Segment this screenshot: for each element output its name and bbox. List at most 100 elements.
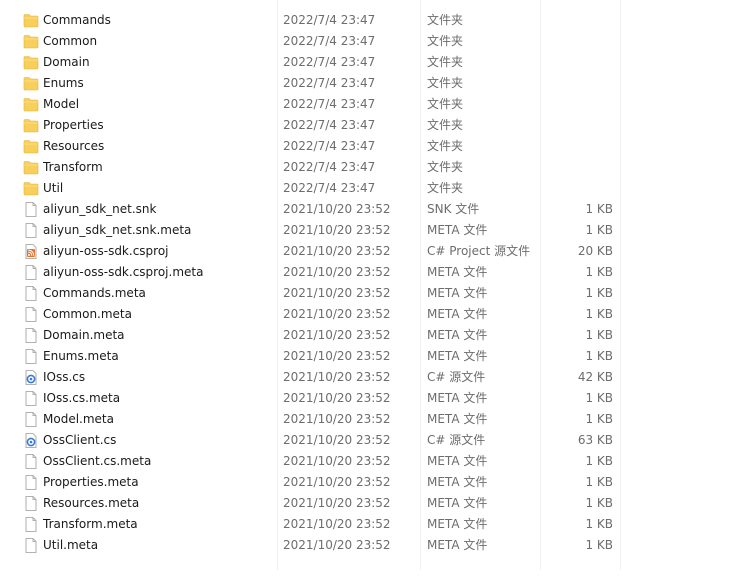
file-modified-date: 2022/7/4 23:47 <box>283 139 376 153</box>
file-type: META 文件 <box>427 328 488 342</box>
file-icon <box>23 223 39 238</box>
file-modified-date: 2021/10/20 23:52 <box>283 454 391 468</box>
file-row[interactable]: aliyun-oss-sdk.csproj 2021/10/20 23:52 C# … <box>0 241 752 262</box>
file-size: 1 KB <box>585 517 613 531</box>
folder-icon <box>23 13 39 28</box>
folder-icon <box>23 76 39 91</box>
folder-icon <box>23 34 39 49</box>
file-type: META 文件 <box>427 307 488 321</box>
file-row[interactable]: Domain.meta 2021/10/20 23:52 META 文件 1 KB <box>0 325 752 346</box>
file-type: C# 源文件 <box>427 433 486 447</box>
file-type: META 文件 <box>427 496 488 510</box>
file-size: 1 KB <box>585 307 613 321</box>
file-name: Transform <box>43 160 103 174</box>
file-modified-date: 2021/10/20 23:52 <box>283 202 391 216</box>
file-type: META 文件 <box>427 538 488 552</box>
file-row[interactable]: Commands.meta 2021/10/20 23:52 META 文件 1 KB <box>0 283 752 304</box>
file-name: IOss.cs.meta <box>43 391 121 405</box>
file-row[interactable]: Domain 2022/7/4 23:47 文件夹 <box>0 52 752 73</box>
file-name: OssClient.cs <box>43 433 117 447</box>
file-row[interactable]: OssClient.cs.meta 2021/10/20 23:52 META 文件… <box>0 451 752 472</box>
file-type: META 文件 <box>427 412 488 426</box>
file-modified-date: 2022/7/4 23:47 <box>283 55 376 69</box>
folder-icon <box>23 55 39 70</box>
file-type: META 文件 <box>427 475 488 489</box>
file-name: Resources.meta <box>43 496 140 510</box>
file-row[interactable]: Resources.meta 2021/10/20 23:52 META 文件 1 K… <box>0 493 752 514</box>
file-row[interactable]: Enums.meta 2021/10/20 23:52 META 文件 1 KB <box>0 346 752 367</box>
file-row[interactable]: Common 2022/7/4 23:47 文件夹 <box>0 31 752 52</box>
file-row[interactable]: aliyun_sdk_net.snk.meta 2021/10/20 23:52 M… <box>0 220 752 241</box>
file-modified-date: 2021/10/20 23:52 <box>283 370 391 384</box>
file-name: Domain <box>43 55 90 69</box>
file-size: 1 KB <box>585 328 613 342</box>
file-type: 文件夹 <box>427 76 464 90</box>
file-icon <box>23 328 39 343</box>
file-icon <box>23 286 39 301</box>
file-modified-date: 2022/7/4 23:47 <box>283 118 376 132</box>
file-row[interactable]: IOss.cs 2021/10/20 23:52 C# 源文件 42 KB <box>0 367 752 388</box>
file-modified-date: 2022/7/4 23:47 <box>283 97 376 111</box>
file-type: 文件夹 <box>427 13 464 27</box>
file-name: Model <box>43 97 80 111</box>
file-icon <box>23 265 39 280</box>
file-type: 文件夹 <box>427 55 464 69</box>
folder-icon <box>23 118 39 133</box>
file-modified-date: 2021/10/20 23:52 <box>283 538 391 552</box>
file-modified-date: 2021/10/20 23:52 <box>283 223 391 237</box>
file-name: Commands <box>43 13 111 27</box>
file-size: 1 KB <box>585 496 613 510</box>
file-name: Domain.meta <box>43 328 125 342</box>
file-modified-date: 2021/10/20 23:52 <box>283 496 391 510</box>
file-name: IOss.cs <box>43 370 86 384</box>
file-name: OssClient.cs.meta <box>43 454 152 468</box>
csharp-file-icon <box>23 433 39 448</box>
csharp-file-icon <box>23 370 39 385</box>
file-name: Model.meta <box>43 412 114 426</box>
file-icon <box>23 391 39 406</box>
file-row[interactable]: Common.meta 2021/10/20 23:52 META 文件 1 KB <box>0 304 752 325</box>
file-icon <box>23 412 39 427</box>
file-modified-date: 2021/10/20 23:52 <box>283 328 391 342</box>
file-row[interactable]: OssClient.cs 2021/10/20 23:52 C# 源文件 63 KB <box>0 430 752 451</box>
file-icon <box>23 475 39 490</box>
file-list: Commands 2022/7/4 23:47 文件夹 Common 2022/7/4 … <box>0 10 752 556</box>
file-name: Commands.meta <box>43 286 146 300</box>
file-row[interactable]: IOss.cs.meta 2021/10/20 23:52 META 文件 1 KB <box>0 388 752 409</box>
file-row[interactable]: Model 2022/7/4 23:47 文件夹 <box>0 94 752 115</box>
file-row[interactable]: Resources 2022/7/4 23:47 文件夹 <box>0 136 752 157</box>
folder-icon <box>23 139 39 154</box>
file-name: Common <box>43 34 98 48</box>
folder-icon <box>23 181 39 196</box>
file-row[interactable]: aliyun-oss-sdk.csproj.meta 2021/10/20 23:… <box>0 262 752 283</box>
file-row[interactable]: Enums 2022/7/4 23:47 文件夹 <box>0 73 752 94</box>
file-row[interactable]: Properties.meta 2021/10/20 23:52 META 文件 1 … <box>0 472 752 493</box>
csproj-icon <box>23 244 39 259</box>
file-size: 1 KB <box>585 223 613 237</box>
file-row[interactable]: aliyun_sdk_net.snk 2021/10/20 23:52 SNK 文件… <box>0 199 752 220</box>
file-type: C# 源文件 <box>427 370 486 384</box>
file-name: Resources <box>43 139 105 153</box>
file-row[interactable]: Commands 2022/7/4 23:47 文件夹 <box>0 10 752 31</box>
file-icon <box>23 307 39 322</box>
file-modified-date: 2022/7/4 23:47 <box>283 76 376 90</box>
file-name: Transform.meta <box>43 517 138 531</box>
file-type: 文件夹 <box>427 160 464 174</box>
file-size: 1 KB <box>585 286 613 300</box>
file-name: aliyun-oss-sdk.csproj <box>43 244 169 258</box>
file-row[interactable]: Util 2022/7/4 23:47 文件夹 <box>0 178 752 199</box>
file-modified-date: 2021/10/20 23:52 <box>283 349 391 363</box>
file-row[interactable]: Transform 2022/7/4 23:47 文件夹 <box>0 157 752 178</box>
file-size: 1 KB <box>585 349 613 363</box>
file-row[interactable]: Properties 2022/7/4 23:47 文件夹 <box>0 115 752 136</box>
file-modified-date: 2021/10/20 23:52 <box>283 307 391 321</box>
file-icon <box>23 349 39 364</box>
file-size: 20 KB <box>577 244 613 258</box>
file-row[interactable]: Model.meta 2021/10/20 23:52 META 文件 1 KB <box>0 409 752 430</box>
file-size: 1 KB <box>585 454 613 468</box>
file-row[interactable]: Util.meta 2021/10/20 23:52 META 文件 1 KB <box>0 535 752 556</box>
file-row[interactable]: Transform.meta 2021/10/20 23:52 META 文件 1 K… <box>0 514 752 535</box>
file-name: Util.meta <box>43 538 99 552</box>
file-size: 1 KB <box>585 538 613 552</box>
file-modified-date: 2021/10/20 23:52 <box>283 517 391 531</box>
